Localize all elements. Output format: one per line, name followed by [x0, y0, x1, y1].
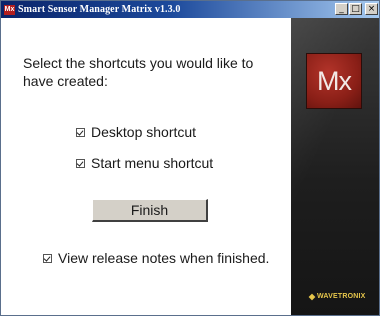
window-title: Smart Sensor Manager Matrix v1.3.0: [18, 4, 181, 15]
finish-button[interactable]: Finish: [92, 199, 208, 222]
maximize-button[interactable]: □: [349, 3, 362, 15]
wavetronix-mark-icon: [308, 293, 316, 300]
start-menu-shortcut-option[interactable]: Start menu shortcut: [76, 155, 213, 171]
branding-panel: Mx WAVETRONIX: [291, 18, 379, 315]
mx-logo: Mx: [306, 53, 362, 109]
window-controls: _ □ ×: [335, 3, 378, 15]
minimize-button[interactable]: _: [335, 3, 348, 15]
company-logo: WAVETRONIX: [308, 293, 366, 300]
installer-content: Select the shortcuts you would like to h…: [1, 18, 291, 315]
title-bar[interactable]: Mx Smart Sensor Manager Matrix v1.3.0 _ …: [1, 1, 379, 18]
start-menu-shortcut-label: Start menu shortcut: [91, 155, 214, 171]
release-notes-checkbox[interactable]: [43, 253, 52, 263]
start-menu-shortcut-checkbox[interactable]: [76, 158, 85, 168]
app-icon: Mx: [4, 4, 15, 15]
shortcut-prompt: Select the shortcuts you would like to h…: [23, 55, 254, 89]
company-name: WAVETRONIX: [317, 293, 366, 300]
desktop-shortcut-label: Desktop shortcut: [91, 124, 197, 140]
installer-window: Mx Smart Sensor Manager Matrix v1.3.0 _ …: [0, 0, 380, 316]
desktop-shortcut-option[interactable]: Desktop shortcut: [76, 124, 196, 140]
desktop-shortcut-checkbox[interactable]: [76, 127, 85, 137]
release-notes-label: View release notes when finished.: [58, 250, 270, 266]
release-notes-option[interactable]: View release notes when finished.: [43, 250, 269, 266]
close-button[interactable]: ×: [365, 3, 378, 15]
